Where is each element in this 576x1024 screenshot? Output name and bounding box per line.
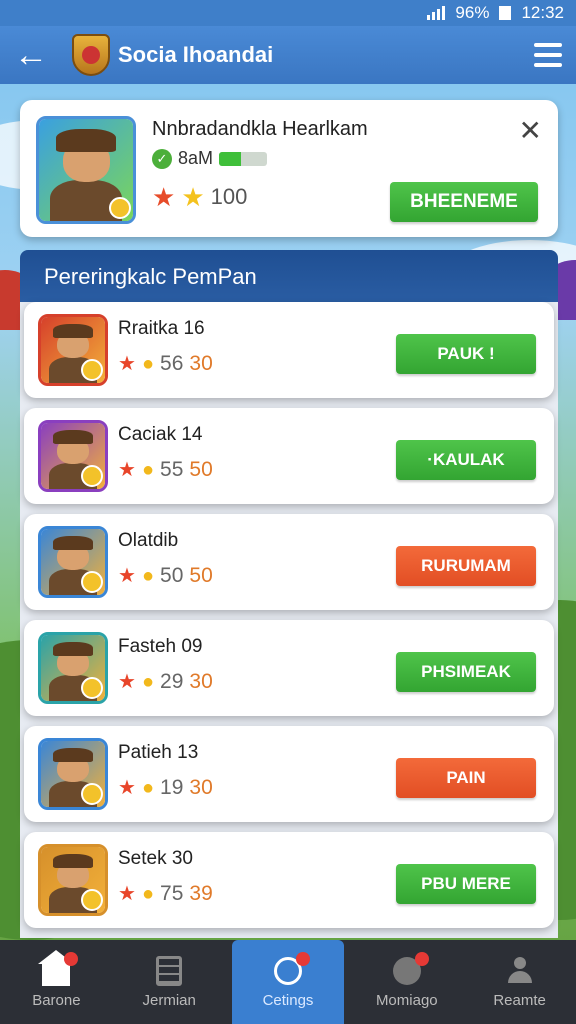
rank-star-icon: ★ <box>118 777 136 799</box>
shield-badge-icon: ● <box>141 777 155 799</box>
player-stats: ★ ● 29 30 <box>118 670 213 694</box>
player-name: Rraitka 16 <box>118 318 205 339</box>
nav-label: Momiago <box>375 991 438 1009</box>
ranking-row: Fasteh 09 ★ ● 29 30 PHSIMEAK <box>24 620 554 716</box>
player-stats: ★ ● 56 30 <box>118 352 213 376</box>
featured-time-row: ✓ 8aM <box>152 148 268 169</box>
back-arrow-icon[interactable]: ← <box>14 38 54 72</box>
nav-item-settings[interactable]: Cetings <box>231 940 345 1024</box>
nav-label: Jermian <box>142 991 196 1009</box>
player-stats: ★ ● 75 39 <box>118 882 213 906</box>
player-points: 30 <box>189 776 213 799</box>
player-points: 30 <box>189 670 213 693</box>
close-icon[interactable]: ✕ <box>519 114 542 147</box>
row-action-button[interactable]: ·KAULAK <box>396 440 536 480</box>
player-stats: ★ ● 55 50 <box>118 458 213 482</box>
row-action-button[interactable]: PHSIMEAK <box>396 652 536 692</box>
rank-star-icon: ★ <box>118 565 136 587</box>
player-avatar <box>38 738 108 810</box>
player-name: Fasteh 09 <box>118 636 203 657</box>
row-action-button[interactable]: PBU MERE <box>396 864 536 904</box>
player-avatar <box>38 844 108 916</box>
player-value: 56 <box>160 352 184 375</box>
shield-badge-icon: ● <box>141 565 155 587</box>
ranking-row: Rraitka 16 ★ ● 56 30 PAUK ! <box>24 302 554 398</box>
player-value: 75 <box>160 882 184 905</box>
row-action-button[interactable]: PAUK ! <box>396 334 536 374</box>
shield-badge-icon: ● <box>141 671 155 693</box>
app-bar: ← Socia Ihoandai <box>0 26 576 84</box>
battery-icon <box>499 6 512 20</box>
featured-action-button[interactable]: BHEENEME <box>390 182 538 222</box>
ranking-row: Patieh 13 ★ ● 19 30 PAIN <box>24 726 554 822</box>
bottom-navigation: Barone Jermian Cetings Momiago Reamte <box>0 940 576 1024</box>
document-icon <box>156 955 183 986</box>
player-name: Patieh 13 <box>118 742 199 763</box>
nav-label: Cetings <box>262 991 314 1009</box>
section-header: Pereringkalc PemPan <box>20 250 558 302</box>
row-action-button[interactable]: PAIN <box>396 758 536 798</box>
nav-label: Reamte <box>493 991 546 1009</box>
ranking-row: Caciak 14 ★ ● 55 50 ·KAULAK <box>24 408 554 504</box>
battery-percent: 96% <box>455 3 490 22</box>
nav-item-profile[interactable]: Reamte <box>463 940 576 1024</box>
ranking-row: Olatdib ★ ● 50 50 RURUMAM <box>24 514 554 610</box>
featured-score-row: ★ ★ 100 <box>152 184 247 210</box>
player-stats: ★ ● 19 30 <box>118 776 213 800</box>
featured-score: 100 <box>210 184 248 209</box>
player-points: 39 <box>189 882 213 905</box>
notification-dot <box>414 951 429 966</box>
player-points: 50 <box>189 458 213 481</box>
player-points: 50 <box>189 564 213 587</box>
rank-star-icon: ★ <box>118 883 136 905</box>
player-avatar <box>38 632 108 704</box>
signal-icon <box>427 6 446 20</box>
player-name: Setek 30 <box>118 848 193 869</box>
player-value: 55 <box>160 458 184 481</box>
shield-badge-icon: ● <box>141 459 155 481</box>
player-avatar <box>36 116 136 224</box>
hamburger-menu-icon[interactable] <box>534 43 562 67</box>
player-value: 19 <box>160 776 184 799</box>
shield-badge-icon: ● <box>141 353 155 375</box>
player-value: 29 <box>160 670 184 693</box>
player-value: 50 <box>160 564 184 587</box>
red-star-icon: ★ <box>152 182 176 212</box>
player-name: Olatdib <box>118 530 179 551</box>
status-bar: 96% 12:32 <box>0 0 576 26</box>
check-icon: ✓ <box>152 148 172 169</box>
featured-time: 8aM <box>178 148 214 168</box>
app-shield-logo <box>72 34 110 76</box>
notification-dot <box>64 951 79 966</box>
home-icon <box>38 949 75 986</box>
gold-star-icon: ★ <box>181 182 205 212</box>
app-title: Socia Ihoandai <box>118 42 274 67</box>
player-name: Caciak 14 <box>118 424 203 445</box>
rank-star-icon: ★ <box>118 459 136 481</box>
row-action-button[interactable]: RURUMAM <box>396 546 536 586</box>
player-avatar <box>38 314 108 386</box>
nav-item-documents[interactable]: Jermian <box>113 940 226 1024</box>
nav-item-home[interactable]: Barone <box>0 940 113 1024</box>
player-points: 30 <box>189 352 213 375</box>
featured-player-card: Nnbradandkla Hearlkam ✕ ✓ 8aM ★ ★ 100 BH… <box>20 100 558 237</box>
rank-star-icon: ★ <box>118 353 136 375</box>
nav-item-globe[interactable]: Momiago <box>350 940 463 1024</box>
nav-label: Barone <box>32 991 81 1009</box>
player-stats: ★ ● 50 50 <box>118 564 213 588</box>
featured-player-name: Nnbradandkla Hearlkam <box>152 118 368 140</box>
ranking-row: Setek 30 ★ ● 75 39 PBU MERE <box>24 832 554 928</box>
profile-icon <box>507 956 533 985</box>
rank-star-icon: ★ <box>118 671 136 693</box>
notification-dot <box>295 951 310 966</box>
clock: 12:32 <box>521 3 564 22</box>
shield-badge-icon: ● <box>141 883 155 905</box>
player-avatar <box>38 420 108 492</box>
energy-progress-bar <box>219 151 268 166</box>
player-avatar <box>38 526 108 598</box>
